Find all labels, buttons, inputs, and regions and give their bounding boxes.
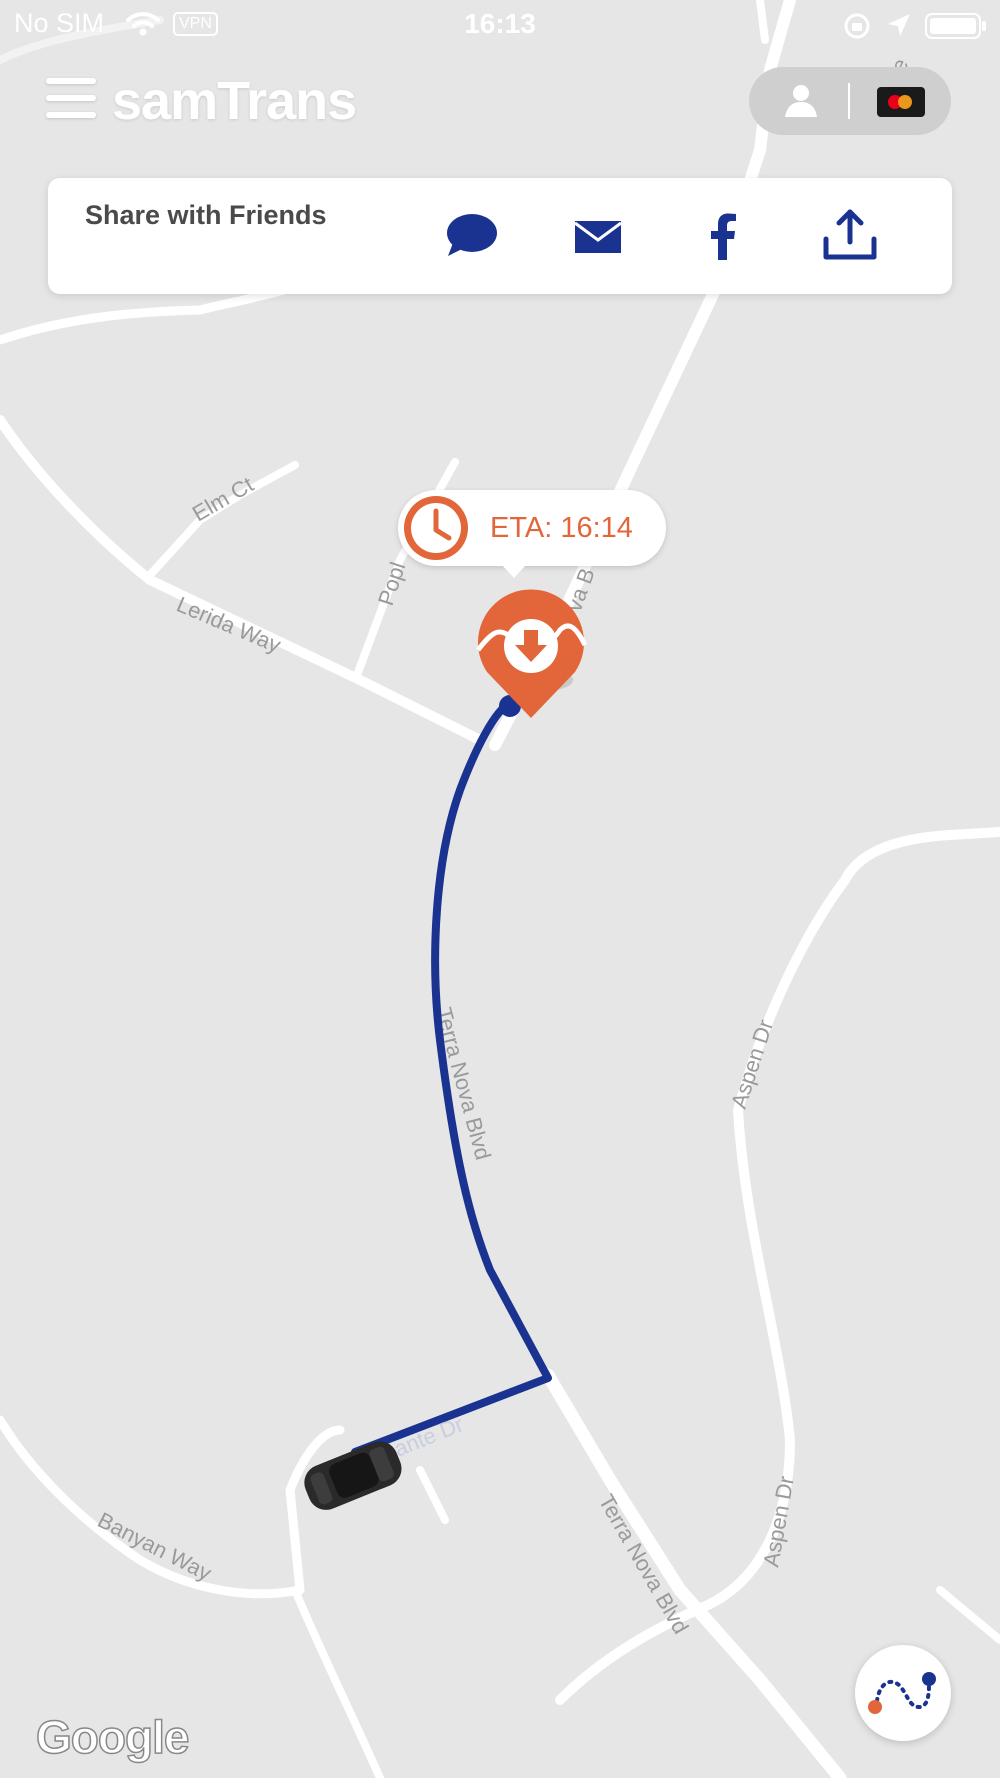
share-title: Share with Friends	[85, 200, 327, 230]
battery-icon	[925, 13, 986, 39]
share-card: Share with Friends	[48, 178, 952, 294]
location-arrow-icon	[888, 14, 910, 36]
route-overview-button[interactable]	[855, 1645, 951, 1741]
app-header: samTrans	[0, 60, 1000, 150]
hamburger-menu-icon[interactable]	[46, 78, 98, 122]
route-icon	[868, 1672, 936, 1714]
envelope-icon[interactable]	[568, 206, 628, 266]
chat-bubble-icon[interactable]	[442, 206, 502, 266]
pill-divider	[848, 83, 850, 119]
status-bar: No SIM VPN 16:13	[0, 0, 1000, 50]
person-icon[interactable]	[779, 79, 823, 123]
brand-logo: samTrans	[112, 71, 357, 131]
google-attribution: Google	[35, 1710, 190, 1764]
clock-icon	[404, 496, 468, 560]
account-pill	[749, 67, 951, 135]
share-upload-icon[interactable]	[820, 206, 880, 266]
facebook-icon[interactable]	[694, 206, 754, 266]
eta-bubble[interactable]: ETA: 16:14	[398, 490, 666, 578]
eta-label: ETA: 16:14	[490, 512, 633, 544]
mastercard-icon[interactable]	[877, 87, 925, 117]
orientation-lock-icon	[844, 13, 870, 39]
